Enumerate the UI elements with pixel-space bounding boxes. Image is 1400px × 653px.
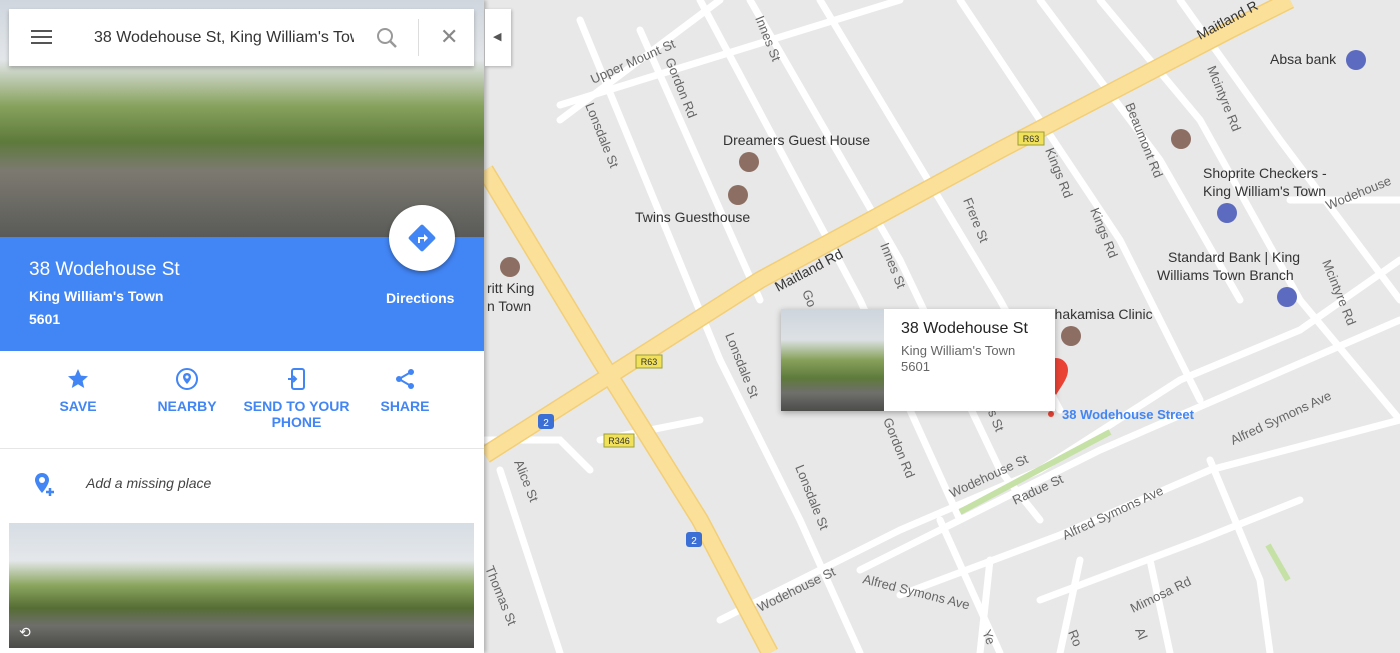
search-icon[interactable] <box>375 26 399 50</box>
pin-label: 38 Wodehouse Street <box>1062 407 1195 422</box>
close-icon[interactable]: ✕ <box>440 26 458 48</box>
share-label: SHARE <box>380 398 430 414</box>
poi-label: Twins Guesthouse <box>635 209 750 225</box>
poi-label: Dreamers Guest House <box>723 132 870 148</box>
poi-icon <box>500 257 520 277</box>
route-shield-n2: 2 <box>686 532 702 547</box>
directions-button[interactable] <box>389 205 455 271</box>
action-bar: SAVE NEARBY SEND TO YOUR PHONE SHARE <box>0 351 484 449</box>
route-shield-r63: R63 <box>1017 131 1045 146</box>
add-location-icon <box>35 473 54 496</box>
place-header: 38 Wodehouse St King William's Town 5601… <box>0 205 484 351</box>
side-panel: 38 Wodehouse St King William's Town 5601… <box>0 0 484 653</box>
place-postal-code: 5601 <box>29 311 61 327</box>
route-shield-r63: R63 <box>635 354 663 369</box>
bank-icon <box>1277 287 1297 307</box>
popup-city: King William's Town <box>901 343 1016 358</box>
poi-label: n Town <box>487 298 531 314</box>
shield-label: 2 <box>543 418 549 429</box>
street-view-icon: ⟲ <box>19 624 31 640</box>
send-to-phone-icon <box>287 368 305 390</box>
shield-label: R346 <box>608 436 630 446</box>
bank-icon <box>1346 50 1366 70</box>
star-icon <box>68 369 88 388</box>
place-info-popup[interactable]: 38 Wodehouse St King William's Town 5601 <box>781 309 1055 411</box>
poi-label: Standard Bank | King <box>1168 249 1300 265</box>
street-view-thumbnail[interactable] <box>781 309 884 411</box>
shield-label: R63 <box>641 357 658 367</box>
share-button[interactable]: SHARE <box>365 367 445 414</box>
directions-icon <box>408 224 436 252</box>
poi-hotel[interactable] <box>1171 129 1191 149</box>
place-photo[interactable]: ⟲ <box>9 523 474 648</box>
nearby-icon <box>176 368 198 390</box>
hotel-icon <box>1171 129 1191 149</box>
divider <box>418 19 419 56</box>
poi-label: Shoprite Checkers - <box>1203 165 1327 181</box>
send-to-phone-button[interactable]: SEND TO YOUR PHONE <box>240 367 353 430</box>
route-shield-n2: 2 <box>538 414 554 429</box>
clinic-icon <box>1061 326 1081 346</box>
add-missing-place-row[interactable]: Add a missing place <box>0 449 484 517</box>
send-to-phone-label-line1: SEND TO YOUR <box>243 398 350 414</box>
poi-label: Thakamisa Clinic <box>1046 306 1153 322</box>
popup-postal-code: 5601 <box>901 359 930 374</box>
search-input[interactable]: 38 Wodehouse St, King William's Town <box>94 29 354 47</box>
place-city: King William's Town <box>29 288 164 304</box>
send-to-phone-label-line2: PHONE <box>271 414 322 430</box>
popup-title: 38 Wodehouse St <box>901 320 1028 337</box>
hotel-icon <box>728 185 748 205</box>
place-title: 38 Wodehouse St <box>29 259 180 280</box>
save-label: SAVE <box>59 398 97 414</box>
collapse-panel-button[interactable]: ◀ <box>485 9 511 66</box>
shopping-cart-icon <box>1217 203 1237 223</box>
directions-label[interactable]: Directions <box>386 290 454 306</box>
nearby-label: NEARBY <box>157 398 217 414</box>
poi-label: King William's Town <box>1203 183 1326 199</box>
poi-label: ritt King <box>487 280 534 296</box>
search-box: 38 Wodehouse St, King William's Town ✕ <box>9 9 474 66</box>
poi-label: Williams Town Branch <box>1157 267 1294 283</box>
menu-icon[interactable] <box>31 30 52 44</box>
route-shield-r346: R346 <box>603 433 635 448</box>
shield-label: 2 <box>691 536 697 547</box>
collapse-arrow-icon: ◀ <box>493 31 502 43</box>
nearby-button[interactable]: NEARBY <box>147 367 227 414</box>
save-button[interactable]: SAVE <box>38 367 118 414</box>
add-missing-place-label: Add a missing place <box>86 475 212 491</box>
hotel-icon <box>739 152 759 172</box>
share-icon <box>396 369 414 389</box>
shield-label: R63 <box>1023 134 1040 144</box>
poi-label: Absa bank <box>1270 51 1337 67</box>
